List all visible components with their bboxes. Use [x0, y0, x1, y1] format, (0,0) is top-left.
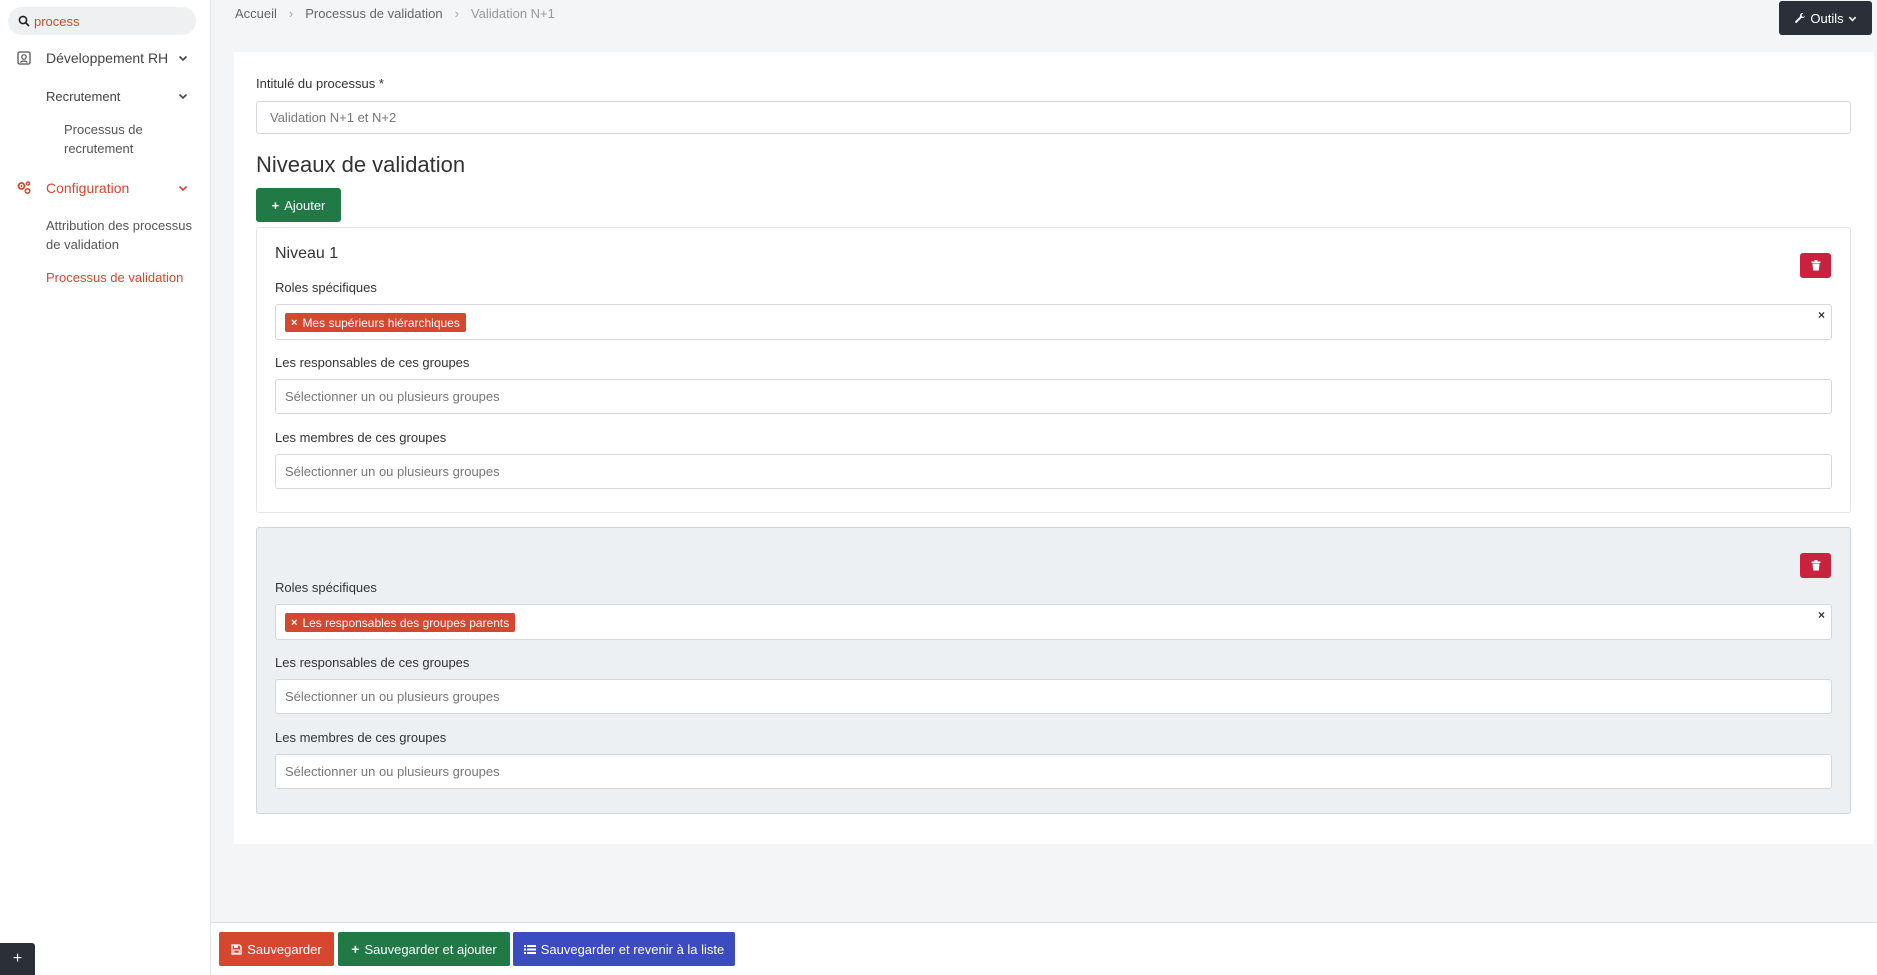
sidebar-item-label: Développement RH	[46, 50, 169, 66]
role-tag-label: Les responsables des groupes parents	[302, 615, 510, 630]
save-and-add-button[interactable]: + Sauvegarder et ajouter	[338, 932, 510, 966]
plus-icon: +	[351, 941, 360, 957]
add-level-label: Ajouter	[284, 197, 326, 213]
list-icon	[523, 944, 536, 954]
process-title-input[interactable]: Validation N+1 et N+2	[256, 101, 1851, 134]
save-and-add-label: Sauvegarder et ajouter	[364, 941, 497, 957]
managers-label: Les responsables de ces groupes	[275, 655, 470, 670]
roles-label: Roles spécifiques	[275, 580, 377, 595]
tools-button[interactable]: Outils	[1779, 1, 1872, 35]
clear-icon[interactable]: ×	[1818, 608, 1825, 622]
chevron-down-icon	[178, 93, 188, 100]
plus-icon: +	[271, 197, 280, 213]
gears-icon	[17, 181, 31, 195]
save-and-return-button[interactable]: Sauvegarder et revenir à la liste	[513, 932, 735, 966]
wrench-icon	[1795, 13, 1806, 23]
people-icon	[17, 51, 31, 65]
remove-tag-icon[interactable]: ×	[291, 617, 297, 629]
tools-label: Outils	[1810, 10, 1844, 26]
trash-icon	[1811, 560, 1820, 571]
sidebar-item-recrutement[interactable]: Recrutement	[0, 86, 211, 106]
search-box[interactable]: process	[8, 7, 196, 35]
breadcrumb-separator-icon: ›	[288, 6, 294, 21]
chevron-down-icon	[178, 55, 188, 62]
role-tag-label: Mes supérieurs hiérarchiques	[302, 315, 460, 330]
roles-select[interactable]: × Les responsables des groupes parents ×	[275, 604, 1832, 640]
breadcrumb: Accueil › Processus de validation › Vali…	[235, 6, 555, 21]
members-label: Les membres de ces groupes	[275, 430, 447, 445]
managers-select[interactable]: Sélectionner un ou plusieurs groupes	[275, 379, 1832, 414]
breadcrumb-item[interactable]: Processus de validation	[305, 6, 442, 21]
sidebar-item-processus-validation[interactable]: Processus de validation	[46, 268, 206, 287]
breadcrumb-separator-icon: ›	[454, 6, 459, 21]
roles-select[interactable]: × Mes supérieurs hiérarchiques ×	[275, 304, 1832, 340]
sidebar: process Développement RH Recrutement Pro…	[0, 0, 211, 975]
delete-level-button[interactable]	[1800, 553, 1831, 578]
sidebar-item-attribution[interactable]: Attribution des processus de validation	[46, 216, 196, 254]
role-tag[interactable]: × Mes supérieurs hiérarchiques	[285, 313, 466, 332]
chevron-down-icon	[178, 185, 188, 192]
add-level-button[interactable]: + Ajouter	[256, 188, 341, 222]
search-icon	[18, 15, 30, 27]
members-select[interactable]: Sélectionner un ou plusieurs groupes	[275, 754, 1832, 789]
save-button[interactable]: Sauvegarder	[219, 932, 334, 966]
section-title: Niveaux de validation	[256, 152, 466, 177]
floppy-icon	[231, 943, 242, 955]
role-tag[interactable]: × Les responsables des groupes parents	[285, 613, 516, 632]
sidebar-item-configuration[interactable]: Configuration	[0, 178, 211, 198]
sidebar-item-label: Recrutement	[46, 88, 121, 104]
sidebar-item-label: Configuration	[46, 180, 130, 196]
add-shortcut-button[interactable]: +	[0, 943, 35, 975]
members-label: Les membres de ces groupes	[275, 730, 447, 745]
remove-tag-icon[interactable]: ×	[291, 317, 297, 329]
managers-select[interactable]: Sélectionner un ou plusieurs groupes	[275, 679, 1832, 714]
roles-label: Roles spécifiques	[275, 280, 377, 295]
members-select[interactable]: Sélectionner un ou plusieurs groupes	[275, 454, 1832, 489]
save-label: Sauvegarder	[247, 941, 322, 957]
sidebar-item-developpement-rh[interactable]: Développement RH	[0, 48, 211, 68]
trash-icon	[1811, 260, 1820, 271]
process-title-label: Intitulé du processus *	[256, 76, 384, 91]
clear-icon[interactable]: ×	[1818, 308, 1825, 322]
breadcrumb-item-current: Validation N+1	[470, 6, 555, 21]
sidebar-item-processus-recrutement[interactable]: Processus de recrutement	[64, 120, 174, 158]
delete-level-button[interactable]	[1800, 253, 1831, 278]
search-input[interactable]: process	[34, 14, 80, 29]
managers-label: Les responsables de ces groupes	[275, 355, 470, 370]
level-title: Niveau 1	[275, 245, 339, 262]
chevron-down-icon	[1848, 16, 1856, 21]
breadcrumb-item[interactable]: Accueil	[235, 6, 277, 21]
save-and-return-label: Sauvegarder et revenir à la liste	[540, 941, 725, 957]
